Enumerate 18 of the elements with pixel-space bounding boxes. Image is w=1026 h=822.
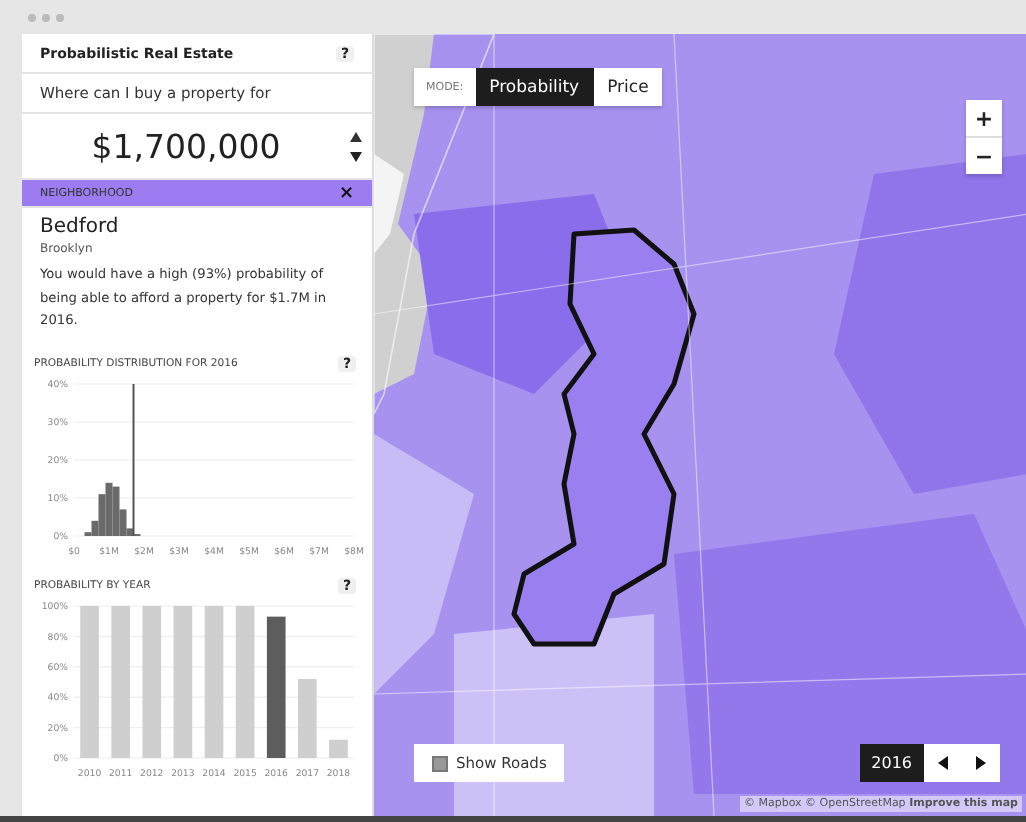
mode-tab[interactable]: Price bbox=[593, 68, 663, 106]
window-dot[interactable] bbox=[42, 13, 50, 21]
window-dot[interactable] bbox=[56, 13, 64, 21]
right-triangle-icon bbox=[976, 756, 986, 770]
close-button[interactable]: × bbox=[338, 183, 354, 203]
down-triangle-icon[interactable] bbox=[350, 151, 362, 161]
zoom-out-button[interactable]: − bbox=[966, 138, 1002, 174]
checkbox[interactable] bbox=[432, 755, 448, 771]
window-dot[interactable] bbox=[28, 13, 36, 21]
previous-year-button[interactable] bbox=[924, 744, 962, 782]
neighborhood-name: Bedford bbox=[40, 216, 121, 238]
next-year-button[interactable] bbox=[962, 744, 1000, 782]
up-triangle-icon[interactable] bbox=[350, 131, 362, 141]
mode-tab[interactable]: Probability bbox=[475, 68, 594, 106]
price-value: $1,700,000 bbox=[89, 127, 283, 165]
left-triangle-icon bbox=[938, 756, 948, 770]
year-label: 2016 bbox=[859, 744, 924, 782]
zoom-in-button[interactable]: + bbox=[966, 100, 1002, 136]
